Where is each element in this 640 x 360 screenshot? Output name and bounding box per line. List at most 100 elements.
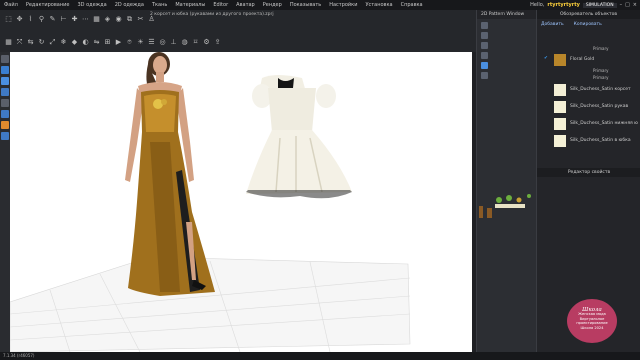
fabric-swatch — [554, 54, 566, 66]
fabric-label: Floral Gold — [570, 57, 595, 62]
pattern-window-title: 2D Pattern Window — [477, 10, 536, 19]
fabric-label: Silk_Duchess_Satin нижняя ю — [570, 121, 638, 126]
pattern-polygon-icon[interactable] — [481, 42, 488, 49]
ruler-icon[interactable]: ⊥ — [169, 38, 178, 47]
fabric-label: Silk_Duchess_Satin рукав — [570, 104, 629, 109]
check-icon: ✔ — [544, 56, 548, 61]
pattern-pieces[interactable] — [477, 190, 537, 230]
menu-bar: Файл Редактирование 3D одежда 2D одежда … — [0, 0, 640, 10]
pattern-move-icon[interactable] — [481, 32, 488, 39]
pin-tool-icon[interactable]: ⚲ — [37, 15, 46, 24]
zipper-tool-icon[interactable]: ⧉ — [125, 15, 134, 24]
garment-display-icon[interactable] — [1, 77, 9, 85]
menu-display[interactable]: Показывать — [286, 2, 325, 8]
arrange-icon[interactable]: ⤧ — [15, 38, 24, 47]
minimize-icon[interactable]: – — [620, 2, 623, 8]
menu-help[interactable]: Справка — [397, 2, 427, 8]
pattern-window[interactable]: 2D Pattern Window — [476, 10, 536, 352]
3d-viewport[interactable] — [10, 52, 472, 352]
maximize-icon[interactable]: □ — [625, 2, 630, 8]
3d-scene — [10, 52, 411, 352]
menu-settings[interactable]: Настройки — [325, 2, 361, 8]
mode-switch[interactable]: SIMULATION — [582, 2, 617, 8]
move-tool-icon[interactable]: ✥ — [15, 15, 24, 24]
close-icon[interactable]: × — [633, 2, 637, 8]
freeze-icon[interactable]: ❄ — [59, 38, 68, 47]
symmetry-icon[interactable]: ⇋ — [92, 38, 101, 47]
avatar-display-icon[interactable] — [1, 66, 9, 74]
menu-fabric[interactable]: Ткань — [148, 2, 171, 8]
file-title: 2 корсет и юбка (рукавами из другого про… — [150, 12, 274, 17]
pattern-rect-icon[interactable] — [481, 52, 488, 59]
menu-avatar[interactable]: Аватар — [232, 2, 259, 8]
menu-file[interactable]: Файл — [0, 2, 22, 8]
copy-object-button[interactable]: Копировать — [574, 22, 602, 27]
render-display-icon[interactable] — [1, 132, 9, 140]
snap-icon[interactable]: ⊞ — [103, 38, 112, 47]
flip-icon[interactable]: ⇆ — [26, 38, 35, 47]
button-tool-icon[interactable]: ◉ — [114, 15, 123, 24]
avatar-gold-dress[interactable] — [125, 52, 215, 296]
solidify-icon[interactable]: ◆ — [70, 38, 79, 47]
menu-3d-garment[interactable]: 3D одежда — [73, 2, 110, 8]
object-browser-actions: Добавить Копировать — [537, 19, 640, 30]
grid-icon[interactable]: ▦ — [4, 38, 13, 47]
pin-display-icon[interactable] — [1, 110, 9, 118]
pattern-seam-icon[interactable] — [481, 62, 488, 69]
brush-tool-icon[interactable]: ✎ — [48, 15, 57, 24]
object-browser-title: Обозреватель объектов — [537, 10, 640, 19]
camera-icon[interactable]: ⌾ — [125, 38, 134, 47]
school-logo: Школа Женская мода Виртуальное проектиро… — [567, 299, 617, 343]
fabric-sub-label: Primary — [593, 68, 609, 73]
layer-icon[interactable]: ☰ — [147, 38, 156, 47]
texture-display-icon[interactable] — [1, 99, 9, 107]
settings-icon[interactable]: ⚙ — [202, 38, 211, 47]
white-dress[interactable] — [246, 75, 352, 199]
left-toolbar — [0, 52, 10, 352]
view-icon[interactable]: ◎ — [158, 38, 167, 47]
export-icon[interactable]: ⇪ — [213, 38, 222, 47]
hide-icon[interactable]: ◐ — [81, 38, 90, 47]
fabric-sub-label: Primary — [593, 75, 609, 80]
trim-tool-icon[interactable]: ✂ — [136, 15, 145, 24]
view-toggle-icon[interactable] — [1, 55, 9, 63]
floor-grid — [10, 256, 411, 352]
menu-editor[interactable]: Editor — [209, 2, 232, 8]
fabric-display-icon[interactable] — [1, 88, 9, 96]
menu-edit[interactable]: Редактирование — [22, 2, 74, 8]
menu-materials[interactable]: Материалы — [171, 2, 209, 8]
menu-2d-garment[interactable]: 2D одежда — [111, 2, 148, 8]
stitch-tool-icon[interactable]: ⋯ — [81, 15, 90, 24]
highlight-icon[interactable] — [1, 121, 9, 129]
scale-icon[interactable]: ⤢ — [48, 38, 57, 47]
toolbar-row-1: ⬚ ✥ ⌇ ⚲ ✎ ⊢ ✚ ⋯ ▦ ◈ ◉ ⧉ ✂ ♙ — [4, 15, 156, 24]
fabric-label: Silk_Duchess_Satin корсет — [570, 87, 631, 92]
tack-tool-icon[interactable]: ✚ — [70, 15, 79, 24]
measure-tool-icon[interactable]: ⊢ — [59, 15, 68, 24]
pattern-tools — [477, 22, 536, 79]
select-tool-icon[interactable]: ⬚ — [4, 15, 13, 24]
pattern-dart-icon[interactable] — [481, 72, 488, 79]
pattern-select-icon[interactable] — [481, 22, 488, 29]
fabric-swatch — [554, 118, 566, 130]
fabric-swatch — [554, 101, 566, 113]
texture-tool-icon[interactable]: ◈ — [103, 15, 112, 24]
username-label[interactable]: rtyrtyrtyrty — [547, 2, 579, 8]
fabric-swatch — [554, 135, 566, 147]
rotate-icon[interactable]: ↻ — [37, 38, 46, 47]
add-object-button[interactable]: Добавить — [541, 22, 564, 27]
tag-icon[interactable]: ⌑ — [191, 38, 200, 47]
fabric-label: Silk_Duchess_Satin в юбка — [570, 138, 631, 143]
fold-tool-icon[interactable]: ⌇ — [26, 15, 35, 24]
light-icon[interactable]: ☀ — [136, 38, 145, 47]
fabric-tool-icon[interactable]: ▦ — [92, 15, 101, 24]
menu-install[interactable]: Установка — [361, 2, 396, 8]
simulate-icon[interactable]: ▶ — [114, 38, 123, 47]
logo-line: Школа 2024 — [580, 325, 604, 330]
color-icon[interactable]: ◍ — [180, 38, 189, 47]
status-bar: 7.1.34 (r46057) — [0, 352, 640, 360]
fabric-swatch — [554, 84, 566, 96]
menu-render[interactable]: Рендер — [259, 2, 286, 8]
property-editor-title: Редактор свойств — [537, 168, 640, 177]
top-sub-label: Primary — [593, 46, 609, 51]
